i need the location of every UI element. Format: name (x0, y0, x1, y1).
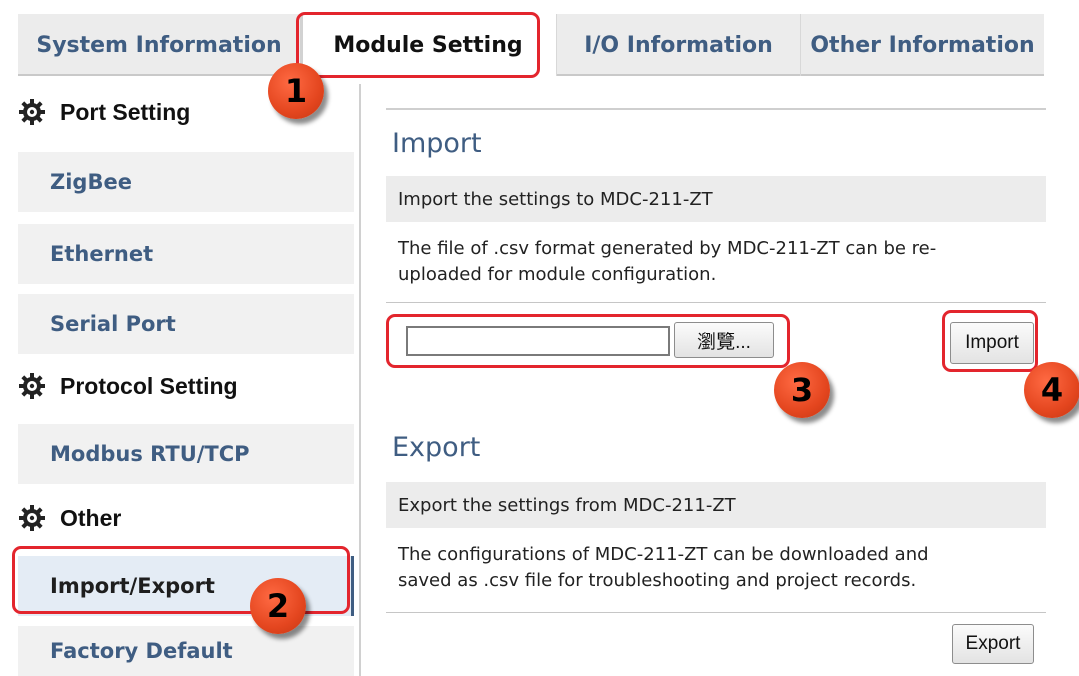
export-title: Export (392, 432, 481, 463)
sidebar-item-factory-default[interactable]: Factory Default (18, 626, 354, 676)
panel-top-rule (386, 108, 1046, 110)
step-marker-1: 1 (268, 63, 324, 119)
export-header-bar: Export the settings from MDC-211-ZT (386, 482, 1046, 528)
browse-button[interactable]: 瀏覽... (674, 322, 774, 358)
panel-divider (359, 84, 361, 676)
sidebar-heading-label: Protocol Setting (60, 372, 238, 399)
export-desc-line: saved as .csv file for troubleshooting a… (398, 570, 917, 591)
tab-other-information[interactable]: Other Information (800, 14, 1044, 76)
sidebar-heading-protocol-setting: Protocol Setting (18, 366, 238, 406)
tab-io-information[interactable]: I/O Information (556, 14, 800, 76)
sidebar-heading-label: Other (60, 504, 122, 531)
step-marker-3: 3 (774, 362, 830, 418)
tab-system-information[interactable]: System Information (18, 14, 300, 76)
gear-icon (19, 505, 45, 531)
step-marker-4: 4 (1024, 362, 1079, 418)
tab-bar: System Information Module Setting I/O In… (18, 14, 1044, 76)
import-header-bar: Import the settings to MDC-211-ZT (386, 176, 1046, 222)
gear-icon (19, 373, 45, 399)
export-desc-line: The configurations of MDC-211-ZT can be … (398, 544, 929, 565)
sidebar-heading-label: Port Setting (60, 98, 191, 125)
sidebar-item-ethernet[interactable]: Ethernet (18, 224, 354, 284)
sidebar-item-zigbee[interactable]: ZigBee (18, 152, 354, 212)
import-button[interactable]: Import (950, 322, 1034, 364)
import-desc-line: The file of .csv format generated by MDC… (398, 238, 937, 259)
import-title: Import (392, 128, 482, 159)
import-description: The file of .csv format generated by MDC… (398, 236, 1038, 288)
import-separator (386, 302, 1046, 303)
sidebar-item-serial-port[interactable]: Serial Port (18, 294, 354, 354)
export-description: The configurations of MDC-211-ZT can be … (398, 542, 1038, 594)
sidebar-heading-other: Other (18, 498, 121, 538)
gear-icon (19, 99, 45, 125)
export-button[interactable]: Export (952, 624, 1034, 664)
tab-module-setting[interactable]: Module Setting (300, 14, 556, 76)
import-desc-line: uploaded for module configuration. (398, 264, 717, 285)
file-path-input[interactable] (406, 326, 670, 356)
sidebar-heading-port-setting: Port Setting (18, 92, 190, 132)
step-marker-2: 2 (250, 578, 306, 634)
export-separator (386, 612, 1046, 613)
sidebar-item-modbus[interactable]: Modbus RTU/TCP (18, 424, 354, 484)
